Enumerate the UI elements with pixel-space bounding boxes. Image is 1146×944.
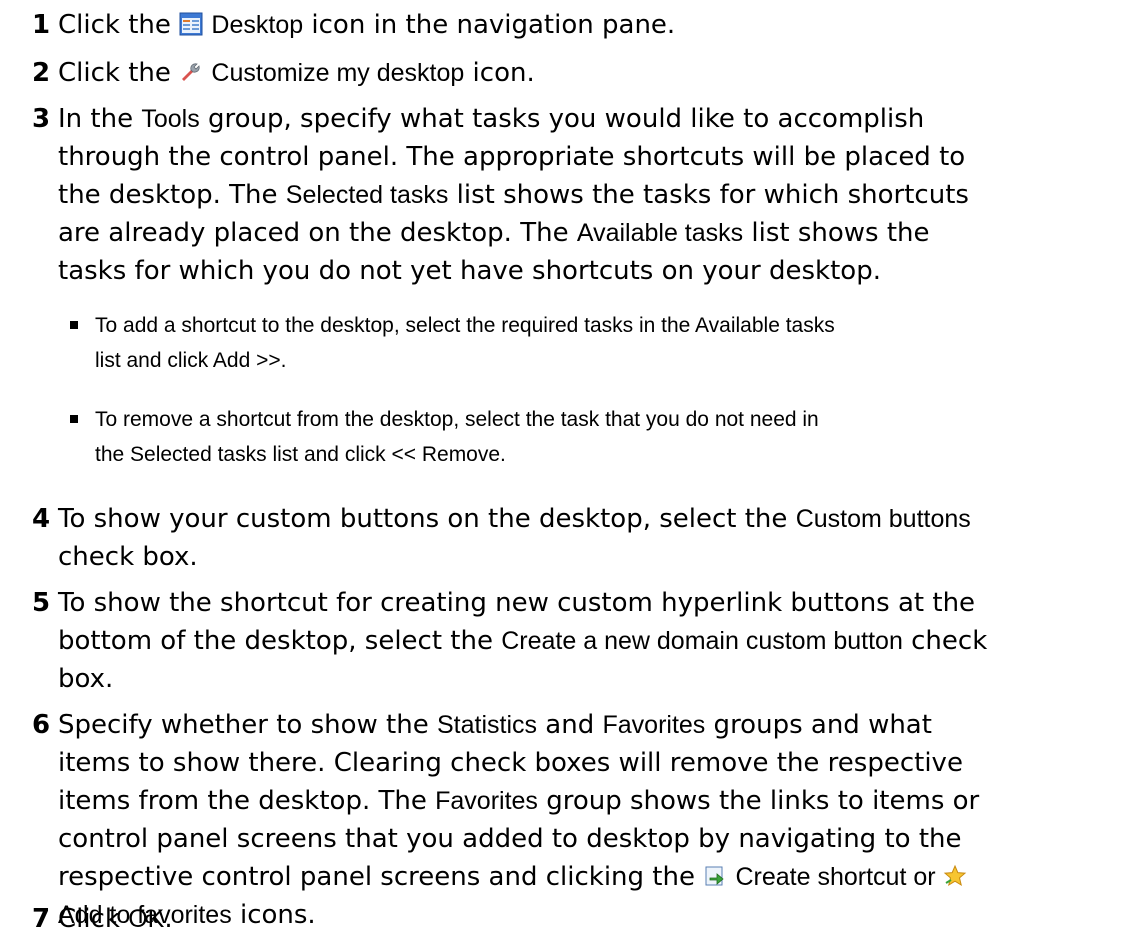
step-text: To show the shortcut for creating new cu… xyxy=(58,588,988,694)
bullet-marker xyxy=(70,321,78,329)
create-shortcut-icon xyxy=(705,866,724,886)
step-text: In the Tools group, specify what tasks y… xyxy=(58,104,969,286)
step-text: Click the Customize my desktop icon. xyxy=(58,58,535,88)
step-number: 2 xyxy=(32,58,51,88)
step-text: Click the Desktop icon in the navigation… xyxy=(58,10,676,40)
step-text: Click OK. xyxy=(58,904,173,934)
star-icon xyxy=(943,864,966,887)
bullet-marker xyxy=(70,415,78,423)
step-number: 7 xyxy=(32,904,51,934)
desktop-icon xyxy=(179,12,203,36)
wrench-icon xyxy=(182,63,200,81)
bullet-item: To remove a shortcut from the desktop, s… xyxy=(70,402,1106,472)
step-number: 1 xyxy=(32,10,51,40)
step-number: 5 xyxy=(32,588,51,618)
help-page: 1 Click the Desktop icon in the navigati… xyxy=(0,0,1146,944)
step-text: To show your custom buttons on the deskt… xyxy=(58,504,971,572)
step-number: 6 xyxy=(32,710,51,740)
step-number: 3 xyxy=(32,104,51,134)
bullet-item: To add a shortcut to the desktop, select… xyxy=(70,308,1106,378)
step-number: 4 xyxy=(32,504,51,534)
